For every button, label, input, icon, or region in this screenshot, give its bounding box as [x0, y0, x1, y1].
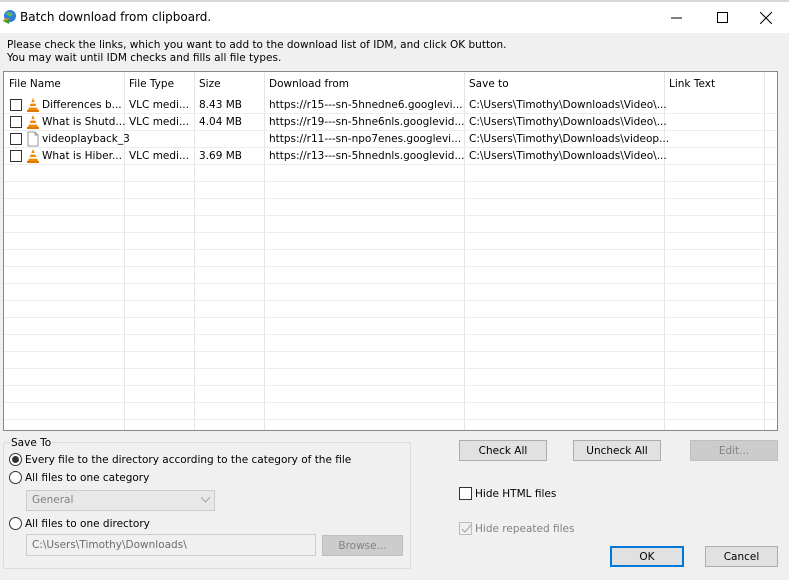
row-checkbox[interactable]: [10, 133, 22, 145]
hide-html-checkbox[interactable]: [459, 487, 472, 500]
uncheck-all-button[interactable]: Uncheck All: [573, 440, 661, 461]
row-checkbox[interactable]: [10, 116, 22, 128]
radio-one-category-label[interactable]: All files to one category: [25, 472, 149, 484]
column-header-download-from[interactable]: Download from: [269, 78, 349, 90]
column-header-file-type[interactable]: File Type: [129, 78, 174, 90]
title-bar: Batch download from clipboard.: [0, 0, 789, 33]
column-header-save-to[interactable]: Save to: [469, 78, 509, 90]
close-button[interactable]: [743, 2, 789, 33]
ok-button[interactable]: OK: [610, 546, 684, 567]
empty-row: [4, 250, 777, 267]
row-checkbox[interactable]: [10, 150, 22, 162]
cell-size: 8.43 MB: [199, 99, 242, 111]
empty-row: [4, 369, 777, 386]
cell-file-name: Differences b...: [42, 99, 122, 111]
cell-download-from: https://r11---sn-npo7enes.googlevi...: [269, 133, 462, 145]
instructions: Please check the links, which you want t…: [7, 39, 506, 65]
instruction-line-1: Please check the links, which you want t…: [7, 39, 507, 51]
vlc-cone-icon: [26, 97, 40, 113]
empty-row: [4, 352, 777, 369]
empty-row: [4, 216, 777, 233]
empty-row: [4, 165, 777, 182]
instruction-line-2: You may wait until IDM checks and fills …: [7, 52, 282, 64]
links-table[interactable]: File Name File Type Size Download from S…: [3, 71, 778, 431]
table-row[interactable]: videoplayback_3 https://r11---sn-npo7enes…: [4, 131, 777, 148]
empty-row: [4, 284, 777, 301]
radio-category-directory-label[interactable]: Every file to the directory according to…: [25, 454, 351, 466]
column-header-size[interactable]: Size: [199, 78, 221, 90]
directory-input[interactable]: C:\Users\Timothy\Downloads\: [26, 534, 316, 556]
empty-row: [4, 233, 777, 250]
table-row[interactable]: Differences b... VLC medi... 8.43 MB https:…: [4, 97, 777, 114]
cancel-button[interactable]: Cancel: [705, 546, 778, 567]
directory-input-value: C:\Users\Timothy\Downloads\: [32, 539, 187, 551]
close-icon: [760, 11, 772, 24]
cell-download-from: https://r15---sn-5hnedne6.googlevi...: [269, 99, 463, 111]
cell-save-to: C:\Users\Timothy\Downloads\videop...: [469, 133, 670, 145]
cell-save-to: C:\Users\Timothy\Downloads\Video\...: [469, 150, 667, 162]
maximize-button[interactable]: [699, 2, 745, 33]
radio-one-category[interactable]: [9, 471, 22, 484]
cell-download-from: https://r13---sn-5hnednls.googlevid...: [269, 150, 465, 162]
vlc-cone-icon: [26, 148, 40, 164]
cell-file-name: What is Hiber...: [42, 150, 122, 162]
column-header-file-name[interactable]: File Name: [9, 78, 61, 90]
cell-save-to: C:\Users\Timothy\Downloads\Video\...: [469, 116, 667, 128]
save-to-legend: Save To: [10, 437, 53, 449]
empty-row: [4, 267, 777, 284]
hide-repeated-label[interactable]: Hide repeated files: [475, 523, 574, 535]
row-checkbox[interactable]: [10, 99, 22, 111]
category-select-value: General: [32, 494, 74, 506]
vlc-cone-icon: [26, 114, 40, 130]
checkmark-icon: [461, 524, 472, 533]
radio-one-directory[interactable]: [9, 517, 22, 530]
cell-size: 4.04 MB: [199, 116, 242, 128]
radio-one-directory-label[interactable]: All files to one directory: [25, 518, 150, 530]
radio-category-directory[interactable]: [9, 453, 22, 466]
hide-html-label[interactable]: Hide HTML files: [475, 488, 556, 500]
empty-row: [4, 182, 777, 199]
check-all-button[interactable]: Check All: [459, 440, 547, 461]
cell-file-type: VLC medi...: [129, 99, 189, 111]
category-select[interactable]: General: [26, 490, 215, 511]
empty-row: [4, 386, 777, 403]
empty-row: [4, 318, 777, 335]
cell-file-name: videoplayback_3: [42, 133, 130, 145]
column-header-link-text[interactable]: Link Text: [669, 78, 715, 90]
browse-button[interactable]: Browse...: [322, 535, 403, 556]
empty-row: [4, 301, 777, 318]
empty-row: [4, 199, 777, 216]
hide-repeated-checkbox[interactable]: [459, 522, 472, 535]
empty-row: [4, 403, 777, 420]
chevron-down-icon: [201, 497, 210, 503]
cell-file-type: VLC medi...: [129, 150, 189, 162]
cell-size: 3.69 MB: [199, 150, 242, 162]
maximize-icon: [716, 12, 728, 23]
minimize-icon: [670, 17, 682, 19]
table-row[interactable]: What is Shutd... VLC medi... 4.04 MB https:…: [4, 114, 777, 131]
minimize-button[interactable]: [653, 2, 699, 33]
table-row[interactable]: What is Hiber... VLC medi... 3.69 MB https:…: [4, 148, 777, 165]
window-title: Batch download from clipboard.: [20, 10, 212, 24]
empty-row: [4, 420, 777, 430]
blank-file-icon: [26, 131, 40, 147]
cell-save-to: C:\Users\Timothy\Downloads\Video\...: [469, 99, 667, 111]
idm-globe-icon: [1, 9, 17, 25]
cell-download-from: https://r19---sn-5hne6nls.googlevid...: [269, 116, 465, 128]
table-header: File Name File Type Size Download from S…: [4, 72, 777, 97]
cell-file-name: What is Shutd...: [42, 116, 126, 128]
cell-file-type: VLC medi...: [129, 116, 189, 128]
empty-row: [4, 335, 777, 352]
edit-button[interactable]: Edit...: [690, 440, 778, 461]
